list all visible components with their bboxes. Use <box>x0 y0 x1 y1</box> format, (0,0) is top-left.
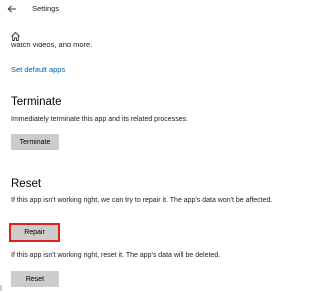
clipped-description: watch videos, and more. <box>11 43 93 49</box>
repair-button[interactable]: Repair <box>9 223 60 242</box>
back-arrow-icon[interactable] <box>6 3 18 15</box>
window-title: Settings <box>32 4 60 13</box>
scrollbar-edge <box>0 285 2 291</box>
reset-heading: Reset <box>11 178 42 190</box>
settings-page: Settings watch videos, and more. Set def… <box>0 0 300 293</box>
terminate-button[interactable]: Terminate <box>11 134 59 150</box>
terminate-description: Immediately terminate this app and its r… <box>11 116 189 123</box>
repair-description: If this app isn't working right, we can … <box>11 197 273 204</box>
set-default-apps-link[interactable]: Set default apps <box>11 65 65 74</box>
home-icon[interactable] <box>10 31 21 42</box>
reset-button[interactable]: Reset <box>11 271 59 287</box>
reset-description: If this app isn't working right, reset i… <box>11 252 221 259</box>
title-bar: Settings <box>0 0 300 18</box>
terminate-heading: Terminate <box>11 96 62 108</box>
